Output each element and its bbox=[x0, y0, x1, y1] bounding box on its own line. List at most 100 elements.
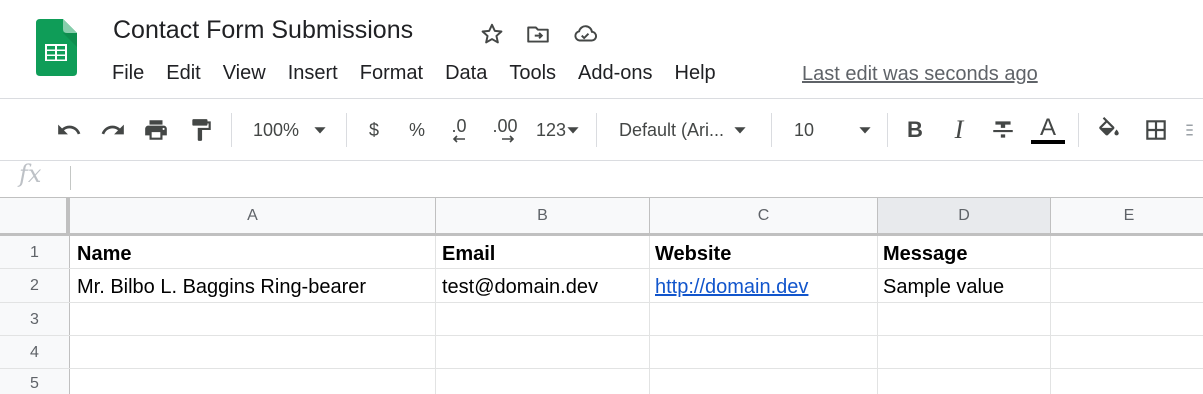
menu-view[interactable]: View bbox=[223, 62, 266, 88]
menu-insert[interactable]: Insert bbox=[288, 62, 338, 88]
toolbar-divider bbox=[596, 113, 597, 147]
cell-a1[interactable]: Name bbox=[77, 243, 131, 266]
arrow-left-icon bbox=[452, 135, 465, 143]
row-header-5[interactable]: 5 bbox=[0, 369, 70, 394]
more-formats-button[interactable]: 123 bbox=[530, 113, 586, 147]
cell-d1[interactable]: Message bbox=[883, 243, 968, 266]
chevron-down-icon bbox=[567, 127, 579, 134]
sheets-logo-icon[interactable] bbox=[36, 19, 77, 76]
formula-input[interactable] bbox=[80, 164, 1190, 192]
strikethrough-icon bbox=[993, 121, 1013, 138]
arrow-right-icon bbox=[502, 135, 515, 143]
toolbar-divider bbox=[771, 113, 772, 147]
percent-label: % bbox=[408, 119, 425, 140]
column-header-c[interactable]: C bbox=[650, 198, 878, 234]
column-divider bbox=[435, 236, 436, 394]
header-divider bbox=[0, 98, 1203, 99]
undo-button[interactable] bbox=[52, 113, 86, 147]
menu-add-ons[interactable]: Add-ons bbox=[578, 62, 653, 88]
column-header-a[interactable]: A bbox=[70, 198, 436, 234]
print-button[interactable] bbox=[139, 113, 173, 147]
header-bottom-border bbox=[0, 233, 1203, 236]
font-size-value: 10 bbox=[794, 119, 815, 140]
text-color-swatch bbox=[1031, 140, 1065, 144]
menu-bar: File Edit View Insert Format Data Tools … bbox=[112, 62, 738, 88]
cloud-saved-icon[interactable] bbox=[572, 21, 598, 47]
toolbar-divider bbox=[887, 113, 888, 147]
cell-c2-link[interactable]: http://domain.dev bbox=[655, 276, 808, 299]
column-divider bbox=[877, 236, 878, 394]
bold-icon: B bbox=[907, 117, 923, 142]
chevron-down-icon bbox=[734, 127, 746, 134]
text-color-icon: A bbox=[1039, 114, 1056, 141]
percent-format-button[interactable]: % bbox=[400, 113, 434, 147]
menu-tools[interactable]: Tools bbox=[509, 62, 556, 88]
cell-d2[interactable]: Sample value bbox=[883, 276, 1004, 299]
font-family-select[interactable]: Default (Ari... bbox=[612, 113, 762, 147]
merge-cells-button[interactable] bbox=[1184, 113, 1203, 147]
menu-help[interactable]: Help bbox=[675, 62, 716, 88]
column-header-b[interactable]: B bbox=[436, 198, 650, 234]
row-header-4[interactable]: 4 bbox=[0, 336, 70, 369]
formula-bar-separator bbox=[70, 166, 71, 190]
menu-format[interactable]: Format bbox=[360, 62, 423, 88]
star-icon[interactable] bbox=[479, 21, 505, 47]
row-divider bbox=[0, 335, 1203, 336]
menu-file[interactable]: File bbox=[112, 62, 144, 88]
cell-b2[interactable]: test@domain.dev bbox=[442, 276, 598, 299]
toolbar-divider bbox=[1078, 113, 1079, 147]
column-header-d[interactable]: D bbox=[878, 198, 1051, 234]
fill-color-button[interactable] bbox=[1092, 113, 1126, 147]
text-color-button[interactable]: A bbox=[1030, 113, 1066, 147]
row-divider bbox=[0, 368, 1203, 369]
select-all-corner[interactable] bbox=[0, 198, 70, 234]
document-title[interactable]: Contact Form Submissions bbox=[113, 16, 413, 45]
cell-b1[interactable]: Email bbox=[442, 243, 495, 266]
undo-icon bbox=[58, 124, 81, 135]
fill-color-icon bbox=[1099, 117, 1119, 136]
currency-format-button[interactable]: $ bbox=[357, 113, 391, 147]
column-divider bbox=[649, 236, 650, 394]
font-family-value: Default (Ari... bbox=[619, 119, 725, 140]
italic-button[interactable]: I bbox=[942, 113, 976, 147]
column-divider bbox=[1050, 236, 1051, 394]
decrease-decimal-label: .0 bbox=[451, 116, 467, 136]
increase-decimal-button[interactable]: .00 bbox=[486, 113, 524, 147]
redo-icon bbox=[101, 124, 124, 135]
move-to-folder-icon[interactable] bbox=[525, 21, 551, 47]
borders-button[interactable] bbox=[1139, 113, 1173, 147]
toolbar-divider bbox=[346, 113, 347, 147]
italic-icon: I bbox=[954, 115, 964, 144]
row-header-1[interactable]: 1 bbox=[0, 236, 70, 269]
column-header-e[interactable]: E bbox=[1051, 198, 1203, 234]
toolbar-divider bbox=[231, 113, 232, 147]
paint-format-button[interactable] bbox=[184, 113, 218, 147]
more-formats-label: 123 bbox=[535, 119, 567, 140]
chevron-down-icon bbox=[314, 127, 326, 134]
print-icon bbox=[145, 120, 167, 140]
menu-edit[interactable]: Edit bbox=[166, 62, 200, 88]
row-divider bbox=[0, 302, 1203, 303]
row-header-3[interactable]: 3 bbox=[0, 303, 70, 336]
font-size-select[interactable]: 10 bbox=[787, 113, 879, 147]
row-header-2[interactable]: 2 bbox=[0, 269, 70, 303]
formula-bar-divider bbox=[0, 160, 1203, 161]
last-edit-link[interactable]: Last edit was seconds ago bbox=[802, 63, 1038, 86]
borders-icon bbox=[1146, 120, 1166, 140]
row-divider bbox=[0, 268, 1203, 269]
cell-c1[interactable]: Website bbox=[655, 243, 731, 266]
fx-icon: fx bbox=[19, 160, 42, 188]
cell-a2[interactable]: Mr. Bilbo L. Baggins Ring-bearer bbox=[77, 276, 366, 299]
menu-data[interactable]: Data bbox=[445, 62, 487, 88]
chevron-down-icon bbox=[859, 127, 871, 134]
redo-button[interactable] bbox=[96, 113, 130, 147]
decrease-decimal-button[interactable]: .0 bbox=[441, 113, 477, 147]
strikethrough-button[interactable] bbox=[986, 113, 1020, 147]
increase-decimal-label: .00 bbox=[492, 116, 518, 136]
bold-button[interactable]: B bbox=[898, 113, 932, 147]
merge-cells-icon bbox=[1186, 124, 1193, 136]
zoom-value: 100% bbox=[253, 119, 300, 140]
zoom-select[interactable]: 100% bbox=[246, 113, 338, 147]
currency-label: $ bbox=[368, 119, 379, 140]
paint-format-icon bbox=[192, 119, 211, 141]
